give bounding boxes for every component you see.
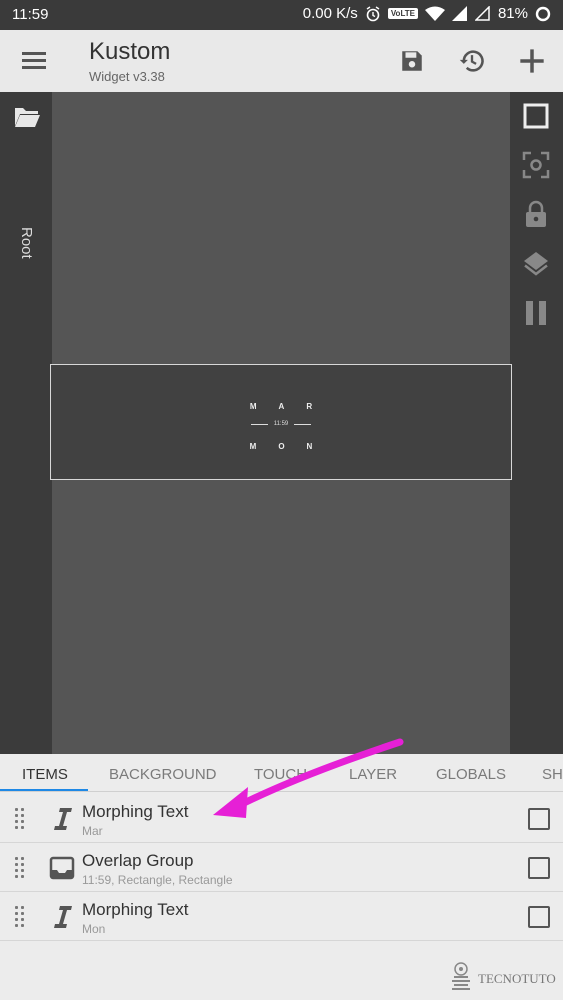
tab-bar: ITEMS BACKGROUND TOUCH LAYER GLOBALS SH	[0, 754, 563, 792]
folder-open-icon[interactable]	[14, 106, 40, 133]
item-title: Morphing Text	[82, 900, 189, 919]
app-title: Kustom	[89, 38, 171, 65]
text-icon	[48, 806, 76, 832]
alarm-icon	[365, 5, 381, 22]
watermark-text: TECNOTUTO	[478, 971, 556, 986]
widget-divider-left	[250, 423, 268, 425]
widget-time: 11:59	[273, 421, 289, 427]
list-item[interactable]: Morphing Text Mon	[0, 892, 563, 941]
add-icon[interactable]	[515, 44, 549, 78]
widget-top-text: MAR	[249, 402, 335, 411]
pause-icon[interactable]	[520, 297, 552, 329]
widget-preview[interactable]: MAR 11:59 MON	[50, 364, 512, 480]
text-icon	[48, 904, 76, 930]
app-subtitle: Widget v3.38	[89, 69, 165, 84]
item-title: Overlap Group	[82, 851, 194, 870]
overlap-group-icon	[48, 855, 76, 881]
widget-time-row: 11:59	[51, 421, 511, 427]
square-icon[interactable]	[520, 100, 552, 132]
status-bar: 11:59 0.00 K/s VoLTE 81%	[0, 0, 563, 30]
items-list: Morphing Text Mar Overlap Group 11:59, R…	[0, 794, 563, 941]
item-subtitle: Mar	[82, 824, 103, 838]
root-breadcrumb[interactable]: Root	[18, 227, 35, 259]
history-icon[interactable]	[455, 44, 489, 78]
signal-2-icon	[474, 6, 491, 21]
save-icon[interactable]	[395, 44, 429, 78]
drag-handle-icon[interactable]	[15, 857, 27, 879]
item-checkbox[interactable]	[528, 857, 550, 879]
left-rail: Root	[0, 92, 52, 754]
watermark: TECNOTUTO	[450, 962, 556, 996]
item-subtitle: Mon	[82, 922, 106, 936]
list-item[interactable]: Morphing Text Mar	[0, 794, 563, 843]
widget-bottom-text: MON	[249, 442, 335, 451]
battery-icon	[535, 6, 551, 22]
menu-icon[interactable]	[20, 47, 48, 75]
watermark-logo-icon	[450, 962, 472, 996]
tab-touch[interactable]: TOUCH	[254, 766, 307, 783]
focus-icon[interactable]	[520, 149, 552, 181]
tab-layer[interactable]: LAYER	[349, 766, 397, 783]
lock-icon[interactable]	[520, 198, 552, 230]
drag-handle-icon[interactable]	[15, 808, 27, 830]
net-speed: 0.00 K/s	[302, 5, 358, 22]
tab-globals[interactable]: GLOBALS	[436, 766, 506, 783]
item-title: Morphing Text	[82, 802, 189, 821]
item-checkbox[interactable]	[528, 808, 550, 830]
tab-items[interactable]: ITEMS	[22, 766, 68, 783]
active-tab-indicator	[0, 789, 88, 791]
wifi-icon	[424, 6, 445, 21]
layers-icon[interactable]	[520, 248, 552, 280]
widget-divider-right	[294, 423, 312, 425]
list-item[interactable]: Overlap Group 11:59, Rectangle, Rectangl…	[0, 843, 563, 892]
item-subtitle: 11:59, Rectangle, Rectangle	[82, 873, 233, 887]
drag-handle-icon[interactable]	[15, 906, 27, 928]
item-checkbox[interactable]	[528, 906, 550, 928]
battery-percent: 81%	[497, 5, 528, 22]
volte-badge: VoLTE	[387, 8, 418, 19]
app-bar: Kustom Widget v3.38	[0, 30, 563, 92]
tab-shortcuts[interactable]: SH	[542, 766, 563, 783]
tab-background[interactable]: BACKGROUND	[109, 766, 217, 783]
right-rail	[510, 92, 563, 754]
status-time: 11:59	[12, 6, 49, 23]
signal-icon	[451, 6, 468, 21]
